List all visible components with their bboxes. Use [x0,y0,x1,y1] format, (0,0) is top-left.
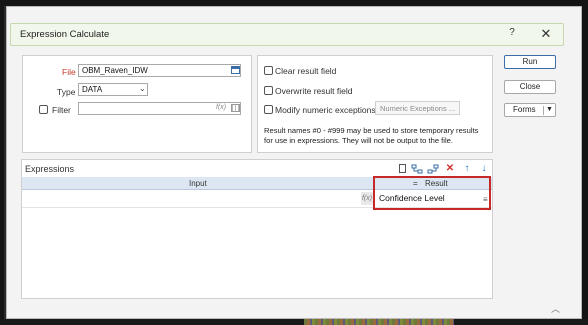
caret-down-icon[interactable]: ▼ [546,104,553,116]
modify-numeric-label: Modify numeric exceptions [275,105,376,115]
help-button[interactable]: ? [505,27,519,41]
close-button[interactable]: Close [504,80,556,94]
move-down-icon[interactable]: ↓ [478,163,490,175]
file-input[interactable]: OBM_Raven_IDW [78,64,241,77]
insert-row-icon[interactable] [411,163,423,175]
chevron-down-icon[interactable]: ⌄ [139,84,146,93]
close-dialog-button[interactable]: ✕ [538,26,554,42]
expressions-title: Expressions [25,164,75,174]
input-cell[interactable] [24,193,359,205]
background-strip [0,319,588,325]
append-row-icon[interactable] [427,163,439,175]
dialog-title: Expression Calculate [20,29,110,40]
forms-button[interactable]: Forms ▼ [504,103,556,117]
clear-result-label: Clear result field [275,66,337,76]
filter-checkbox[interactable] [39,105,48,114]
background-map-fragment [304,318,454,325]
result-names-note: Result names #0 - #999 may be used to st… [264,126,479,145]
modify-numeric-checkbox[interactable] [264,105,273,114]
new-file-icon[interactable] [396,163,408,175]
fx-icon[interactable]: f(x) [361,192,373,205]
overwrite-result-label: Overwrite result field [275,86,353,96]
run-button[interactable]: Run [504,55,556,69]
collapse-chevron-icon[interactable]: ︿ [551,302,560,315]
forms-divider [543,106,544,115]
delete-row-icon[interactable]: ✕ [444,163,456,175]
numeric-exceptions-button[interactable]: Numeric Exceptions ... [375,101,460,115]
overwrite-result-checkbox[interactable] [264,86,273,95]
move-up-icon[interactable]: ↑ [461,163,473,175]
result-highlight-box [373,176,491,210]
fx-icon[interactable]: f(x) [216,104,226,111]
filter-grid-icon[interactable] [231,104,240,112]
input-column-header[interactable]: Input [189,179,207,188]
file-label: File [62,67,76,77]
file-value: OBM_Raven_IDW [82,66,148,75]
clear-result-checkbox[interactable] [264,66,273,75]
filter-label: Filter [52,105,71,115]
type-label: Type [57,87,76,97]
window-frame-right [582,0,588,325]
forms-label: Forms [513,105,536,114]
type-select[interactable]: DATA [78,83,148,96]
calendar-icon[interactable] [231,66,240,74]
window-frame-left [0,0,4,325]
type-value: DATA [82,85,103,94]
